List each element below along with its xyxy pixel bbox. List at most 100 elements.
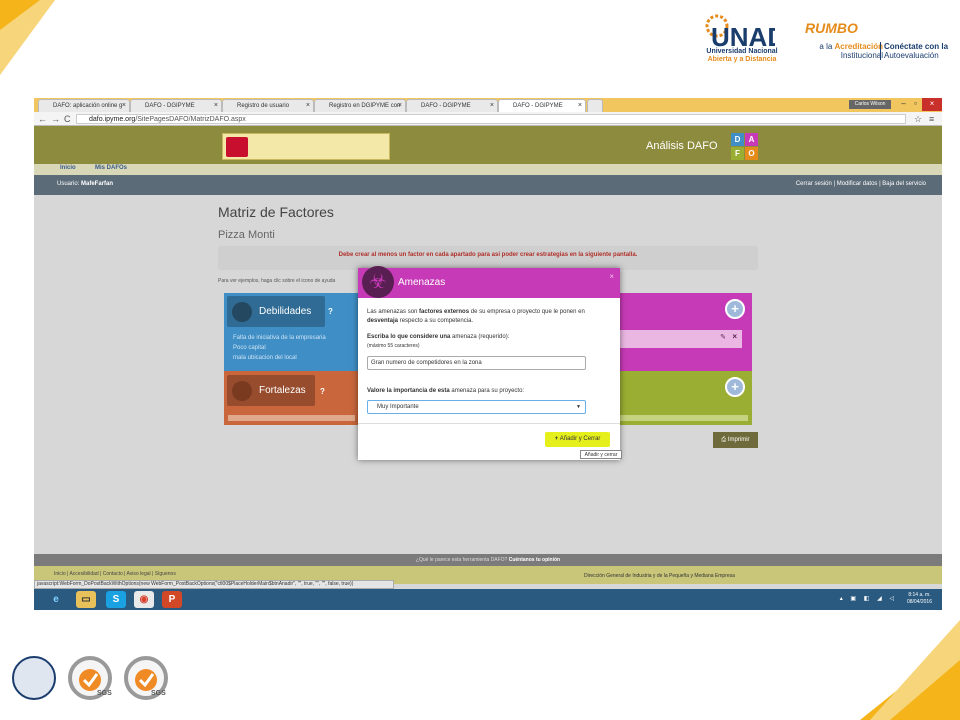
close-icon[interactable]: × [609, 272, 614, 281]
close-icon[interactable]: × [306, 102, 310, 109]
browser-tab[interactable]: DAFO - DGIPYME × [406, 99, 498, 112]
sgs-label: SGS [97, 690, 112, 697]
new-tab-button[interactable] [587, 99, 603, 112]
internet-explorer-icon[interactable]: e [46, 591, 66, 608]
print-button[interactable]: ⎙ Imprimir [713, 432, 758, 448]
system-tray-icons[interactable]: ▴ ▣ ◧ ◢ ◁ [840, 595, 897, 602]
add-oportunidad-icon[interactable]: + [725, 377, 745, 397]
select-label-text: amenaza para su proyecto: [449, 388, 525, 394]
address-bar: ← → C dafo.ipyme.org/SitePagesDAFO/Matri… [34, 112, 942, 126]
browser-tab[interactable]: Registro de usuario × [222, 99, 314, 112]
unad-name: Universidad Nacional Abierta y a Distanc… [702, 48, 782, 64]
quadrant-title-text: Fortalezas [259, 385, 306, 396]
close-icon[interactable]: × [398, 102, 402, 109]
fortalezas-icon [232, 381, 252, 401]
unad-name-line2: Abierta y a Distancia [707, 56, 777, 63]
amenaza-input[interactable]: Gran numero de competidores en la zona [367, 356, 586, 370]
close-icon[interactable]: × [578, 102, 582, 109]
quadrant-title: Fortalezas [227, 375, 315, 406]
print-label: Imprimir [727, 437, 750, 443]
skype-icon[interactable]: S [106, 591, 126, 608]
help-icon[interactable]: ? [328, 307, 333, 316]
add-and-close-button[interactable]: + Añadir y Cerrar [545, 432, 610, 447]
quadrant-debilidades: Debilidades ? Falta de iniciativa de la … [224, 293, 359, 371]
rumbo-logo: RUMBO [805, 20, 858, 36]
importance-select[interactable]: Muy Importante ▼ [367, 400, 586, 414]
browser-window: DAFO: aplicación online g × DAFO - DGIPYM… [34, 98, 942, 610]
tooltip: Añadir y cerrar [580, 450, 622, 459]
select-label: Valore la importancia de esta amenaza pa… [367, 387, 524, 396]
add-amenaza-icon[interactable]: + [725, 299, 745, 319]
user-label-text: Usuario: [57, 181, 80, 187]
colombia-seal-logo [12, 656, 56, 700]
rumbo-bold: Acreditación [834, 42, 883, 51]
window-close-icon[interactable]: × [922, 98, 942, 111]
clock[interactable]: 8:14 a. m. 08/04/2016 [907, 592, 932, 606]
chrome-icon[interactable]: ◉ [134, 591, 154, 608]
quadrant-title: Debilidades [227, 296, 325, 327]
footer-links[interactable]: Inicio | Accesibilidad | Contacto | Avis… [54, 571, 176, 577]
rumbo-subtitle: a la Acreditación Institucional [803, 42, 883, 60]
nav-mis-dafos[interactable]: Mis DAFOs [95, 165, 127, 171]
empty-item-row [228, 415, 355, 421]
sgs-label: SGS [151, 690, 166, 697]
tab-label: DAFO - DGIPYME [421, 103, 471, 109]
browser-user[interactable]: Carlos Wilson [849, 100, 891, 109]
quadrant-title-text: Debilidades [259, 306, 312, 317]
spain-shield-icon [226, 137, 248, 157]
company-name: Pizza Monti [218, 229, 275, 241]
user-label: Usuario: MafeFarfan [57, 175, 113, 194]
debilidades-icon [232, 302, 252, 322]
maximize-icon[interactable]: ▫ [908, 98, 923, 111]
browser-tab[interactable]: DAFO: aplicación online g × [38, 99, 130, 112]
reload-icon[interactable]: C [64, 112, 71, 126]
site-nav: Inicio Mis DAFOs [34, 164, 942, 175]
dafo-letter: A [745, 133, 758, 146]
url-host: dafo.ipyme.org [89, 116, 136, 123]
list-item[interactable]: mala ubicacion del local [233, 353, 297, 363]
close-icon[interactable]: × [490, 102, 494, 109]
back-icon[interactable]: ← [38, 112, 47, 126]
help-hint: Para ver ejemplos, haga clic sobre el ic… [218, 278, 336, 284]
list-item[interactable]: Poco capital [233, 343, 266, 353]
intro-text: respecto a su competencia. [398, 318, 474, 324]
intro-text: Las amenazas son [367, 309, 420, 315]
edit-icon[interactable]: ✎ [720, 333, 726, 341]
tab-label: DAFO: aplicación online g [53, 103, 123, 109]
field-label-text: amenaza (requerido): [450, 334, 510, 340]
menu-icon[interactable]: ≡ [929, 112, 934, 126]
powerpoint-icon[interactable]: P [162, 591, 182, 608]
browser-tab[interactable]: Registro en DGIPYME con × [314, 99, 406, 112]
close-icon[interactable]: × [214, 102, 218, 109]
alert-message: Debe crear al menos un factor en cada ap… [218, 246, 758, 270]
bookmark-star-icon[interactable]: ☆ [914, 112, 922, 126]
browser-tab[interactable]: DAFO - DGIPYME × [130, 99, 222, 112]
feedback-link[interactable]: Cuéntanos tu opinión [509, 557, 560, 563]
feedback-bar: ¿Qué le parece esta herramienta DAFO? Cu… [34, 554, 942, 566]
status-bar: javascript:WebForm_DoPostBackWithOptions… [34, 580, 394, 589]
government-logo [222, 133, 390, 160]
feedback-text: ¿Qué le parece esta herramienta DAFO? [415, 557, 508, 563]
file-explorer-icon[interactable]: ▭ [76, 591, 96, 608]
list-item[interactable]: Falta de iniciativa de la empresaria [233, 333, 326, 343]
forward-icon[interactable]: → [51, 112, 60, 126]
url-field[interactable]: dafo.ipyme.org/SitePagesDAFO/MatrizDAFO.… [76, 114, 906, 124]
rumbo-line1: a la [819, 42, 833, 51]
conectate-logo: Conéctate con la Autoevaluación [880, 42, 948, 60]
amenazas-modal: ☣ Amenazas × Las amenazas son factores e… [358, 266, 620, 460]
clock-date: 08/04/2016 [906, 599, 932, 605]
tab-label: Registro en DGIPYME con [329, 103, 401, 109]
delete-icon[interactable]: × [732, 332, 737, 341]
nav-inicio[interactable]: Inicio [60, 165, 76, 171]
unad-name-line1: Universidad Nacional [706, 48, 778, 55]
quadrant-fortalezas: Fortalezas ? [224, 371, 359, 425]
modal-title: Amenazas [398, 277, 446, 288]
user-links[interactable]: Cerrar sesión | Modificar datos | Baja d… [796, 175, 926, 194]
browser-tab-active[interactable]: DAFO - DGIPYME × [498, 99, 586, 112]
slide-corner-decoration [820, 620, 960, 720]
help-icon[interactable]: ? [320, 387, 325, 396]
close-icon[interactable]: × [122, 102, 126, 109]
biohazard-icon: ☣ [362, 266, 394, 298]
select-label-bold: Valore la importancia de esta [367, 388, 450, 394]
dafo-logo: D A F O [731, 133, 759, 160]
